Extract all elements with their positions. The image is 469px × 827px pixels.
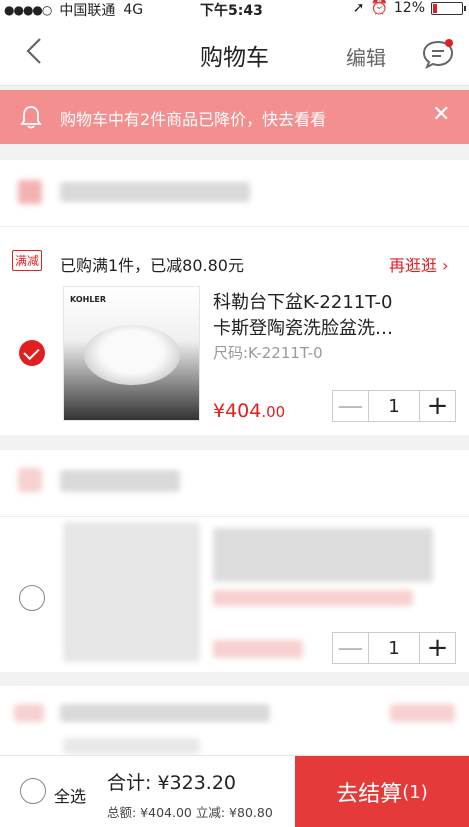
item-checkbox-2[interactable] [19, 585, 45, 611]
shop-name-redacted [60, 182, 250, 202]
select-all-label[interactable]: 全选 [54, 783, 86, 807]
increase-button[interactable]: + [419, 391, 455, 421]
brand-logo: KOHLER [70, 295, 107, 304]
banner-text: 购物车中有2件商品已降价，快去看看 [60, 110, 327, 129]
carrier-label: 中国联通 [59, 3, 116, 19]
page-title: 购物车 [200, 45, 269, 71]
status-bar: ●●●●○ 中国联通 4G 下午5:43 ➚ ⏰ 12% [0, 0, 469, 19]
product-name-1[interactable]: 科勒台下盆K-2211T-0 卡斯登陶瓷洗脸盆洗… [213, 290, 453, 342]
product-name-redacted-2 [213, 528, 433, 582]
message-badge [445, 39, 453, 47]
price-drop-banner[interactable]: 购物车中有2件商品已降价，快去看看 ✕ [0, 90, 469, 144]
promo-tag: 满减 [12, 250, 43, 271]
product-thumbnail-redacted-2[interactable] [63, 522, 200, 662]
promo-desc: 已购满1件，已减80.80元 [60, 256, 244, 275]
alarm-icon: ⏰ [370, 0, 388, 16]
decrease-button[interactable]: — [333, 391, 369, 421]
promo-desc-redacted-3 [60, 704, 270, 722]
select-all-checkbox[interactable] [20, 778, 46, 804]
product-spec-1[interactable]: 尺码:K-2211T-0 [213, 342, 323, 363]
shop-name-redacted-2 [60, 470, 180, 492]
browse-more-link[interactable]: 再逛逛 › [389, 252, 449, 276]
decrease-button-2[interactable]: — [333, 633, 369, 663]
shop-header-1[interactable] [0, 160, 469, 226]
promo-tag-redacted-3 [14, 704, 44, 722]
battery-percent: 12% [393, 0, 425, 16]
total-amount: 合计: ¥323.20 [107, 772, 237, 794]
increase-button-2[interactable]: + [419, 633, 455, 663]
checkout-bar: 全选 合计: ¥323.20 总额: ¥404.00 立减: ¥80.80 去结… [0, 755, 469, 827]
clock: 下午5:43 [200, 3, 263, 19]
shop-checkbox-redacted-2[interactable] [18, 468, 42, 492]
quantity-stepper-2[interactable]: — 1 + [332, 632, 456, 664]
more-link-redacted-3 [390, 704, 455, 722]
promo-row: 满减 已购满1件，已减80.80元 再逛逛 › [0, 244, 469, 280]
total-breakdown: 总额: ¥404.00 立减: ¥80.80 [107, 805, 273, 820]
product-price-redacted-2 [213, 640, 303, 658]
product-price-1: ¥404.00 [213, 400, 286, 422]
edit-button[interactable]: 编辑 [346, 42, 386, 71]
battery-icon [431, 1, 466, 15]
nav-bar: 购物车 编辑 [0, 18, 469, 86]
checkout-button[interactable]: 去结算 (1) [295, 756, 469, 827]
product-thumbnail-1[interactable]: KOHLER [63, 286, 200, 421]
quantity-stepper-1[interactable]: — 1 + [332, 390, 456, 422]
close-icon[interactable]: ✕ [432, 102, 450, 127]
signal-icon: ●●●●○ [4, 3, 52, 17]
basin-image [84, 325, 180, 385]
network-label: 4G [123, 2, 144, 18]
product-spec-redacted-2 [213, 590, 413, 606]
quantity-value[interactable]: 1 [369, 391, 419, 421]
quantity-value-2[interactable]: 1 [369, 633, 419, 663]
location-icon: ➚ [352, 0, 365, 16]
item-checkbox-1[interactable] [19, 340, 45, 366]
thumbnail-redacted-3 [63, 738, 200, 754]
bell-icon [20, 106, 42, 129]
shop-checkbox-redacted[interactable] [18, 180, 42, 204]
